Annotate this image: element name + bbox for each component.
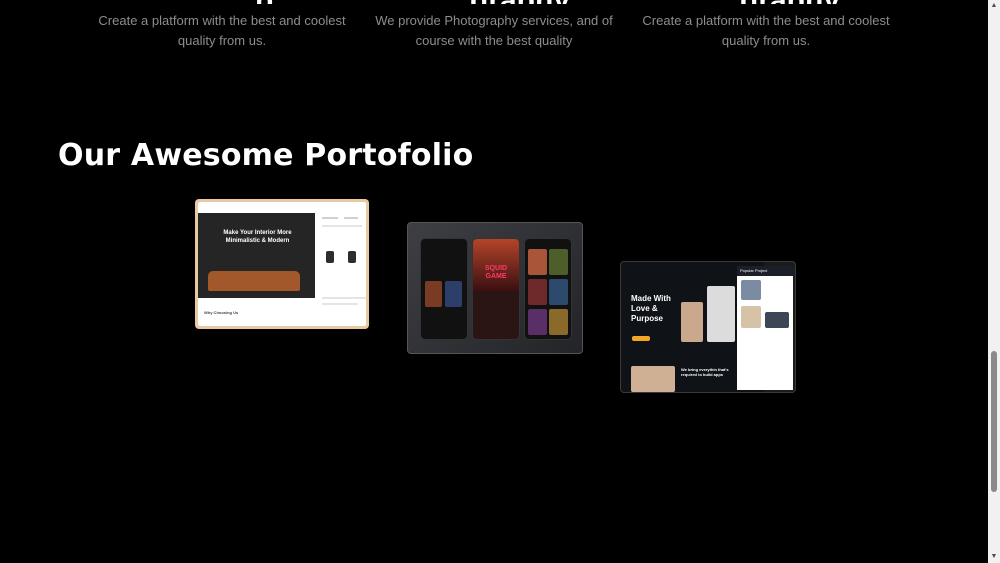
scrollbar-thumb[interactable] (991, 351, 997, 492)
chair-icon (348, 251, 356, 263)
interior-footer-text: Why Choosing Us (204, 310, 239, 315)
portfolio-item-interior[interactable]: Make Your Interior More Minimalistic & M… (195, 199, 369, 329)
movie-phone-center: SQUID GAME (472, 238, 520, 340)
portfolio-title: Our Awesome Portofolio (58, 138, 474, 173)
service-title-2: graphy (470, 0, 570, 4)
agency-subtext: We bring everythin that's required to bu… (681, 367, 729, 377)
interior-product-panel (318, 213, 366, 313)
service-description-3: Create a platform with the best and cool… (642, 13, 890, 48)
squid-game-poster-text: SQUID GAME (484, 265, 508, 280)
portfolio-item-agency[interactable]: Made With Love & Purpose We bring everyt… (620, 261, 796, 393)
scroll-down-arrow-icon[interactable]: ▼ (988, 551, 1000, 563)
agency-cta-button (632, 336, 650, 341)
movie-phone-left (420, 238, 468, 340)
service-description-1: Create a platform with the best and cool… (98, 13, 346, 48)
service-description-2: We provide Photography services, and of … (375, 13, 613, 48)
service-title-1: p (255, 0, 273, 4)
interior-website-mockup: Make Your Interior More Minimalistic & M… (198, 202, 366, 326)
agency-side-panel: Popular Project (737, 266, 795, 390)
interior-hero-image: Make Your Interior More Minimalistic & M… (198, 213, 315, 298)
interior-hero-text: Make Your Interior More Minimalistic & M… (223, 230, 292, 244)
sofa-image (208, 271, 300, 291)
services-section: p Create a platform with the best and co… (0, 0, 988, 60)
movie-phone-right (524, 238, 572, 340)
service-title-3: graphy (740, 0, 840, 4)
chair-icon (326, 251, 334, 263)
vertical-scrollbar[interactable]: ▲ ▼ (988, 0, 1000, 563)
scroll-up-arrow-icon[interactable]: ▲ (988, 0, 1000, 12)
agency-side-label: Popular Project (737, 266, 795, 276)
portfolio-item-movie-app[interactable]: SQUID GAME (407, 222, 583, 354)
